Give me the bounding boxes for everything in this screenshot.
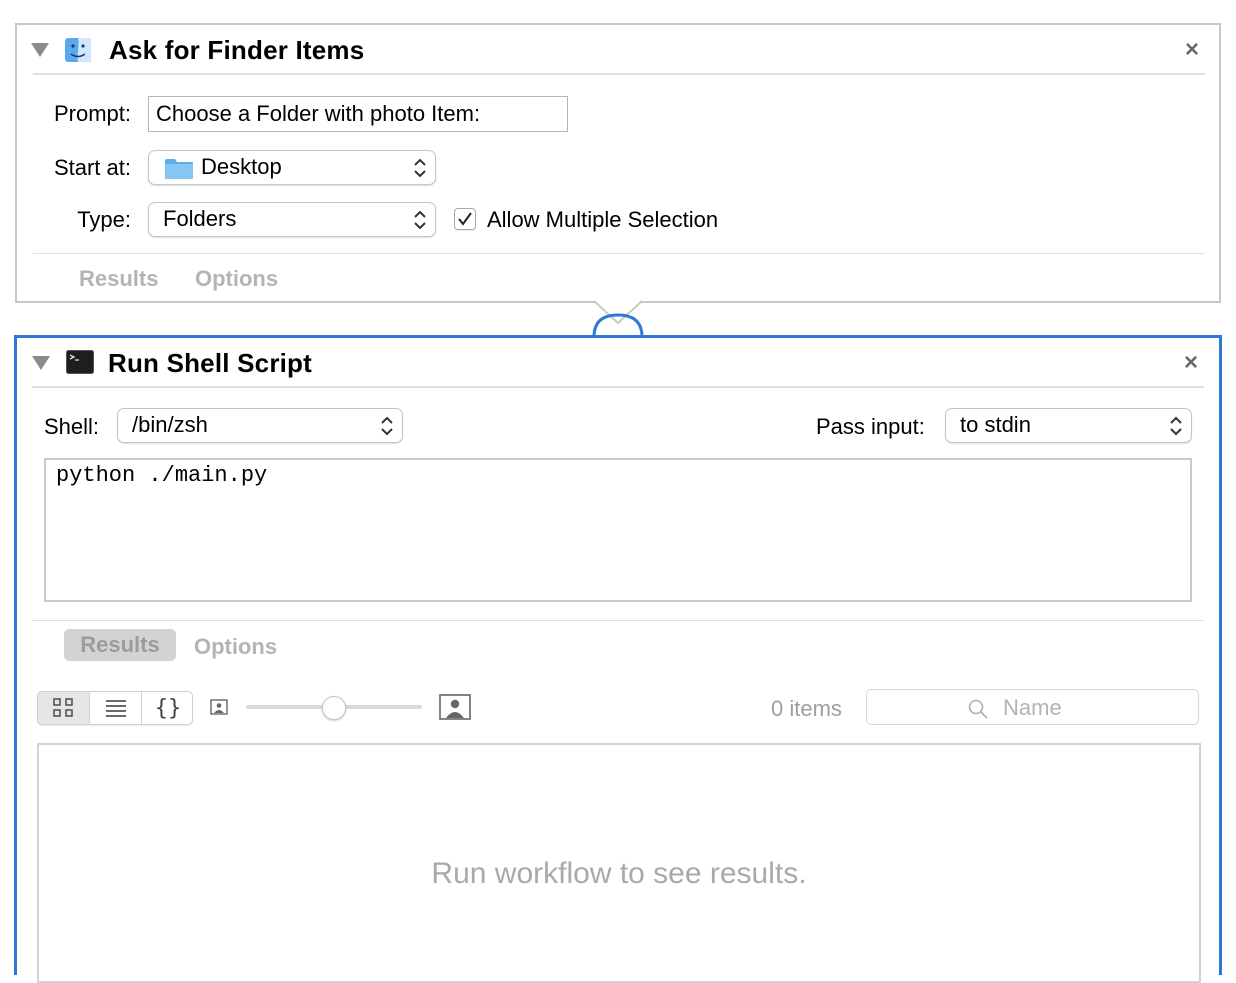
tab-results[interactable]: Results (64, 629, 176, 661)
folder-icon (164, 157, 194, 180)
grid-view-icon[interactable] (38, 692, 90, 724)
popup-stepper-icon (412, 155, 428, 181)
tabs-divider (33, 253, 1205, 254)
pass-input-label: Pass input: (816, 414, 925, 439)
tabs-divider (32, 620, 1204, 621)
start-at-label: Start at: (53, 155, 131, 180)
search-icon (967, 698, 989, 725)
search-field[interactable]: Name (866, 689, 1199, 725)
slider-thumb[interactable] (322, 696, 346, 720)
checkmark-icon (458, 212, 472, 226)
action-title: Run Shell Script (108, 348, 313, 378)
shell-popup[interactable]: /bin/zsh (117, 408, 403, 443)
shell-value: /bin/zsh (132, 412, 208, 437)
popup-stepper-icon (1168, 413, 1184, 439)
braces-view-icon[interactable]: {} (142, 692, 194, 724)
close-icon[interactable]: × (1185, 38, 1199, 62)
allow-multiple-label[interactable]: Allow Multiple Selection (487, 207, 718, 233)
large-thumbnail-icon (439, 694, 471, 720)
results-area: Run workflow to see results. (37, 743, 1201, 983)
start-at-value: Desktop (201, 154, 282, 179)
disclosure-triangle-icon[interactable] (32, 356, 50, 370)
pass-input-popup[interactable]: to stdin (945, 408, 1192, 443)
list-view-icon[interactable] (90, 692, 142, 724)
small-thumbnail-icon (210, 699, 228, 715)
tab-options[interactable]: Options (195, 266, 278, 292)
popup-stepper-icon (412, 207, 428, 233)
header-divider (33, 73, 1205, 75)
allow-multiple-checkbox[interactable] (454, 208, 476, 230)
ask-for-finder-items-action[interactable]: Ask for Finder Items × Prompt: Choose a … (15, 23, 1221, 303)
script-editor[interactable]: python ./main.py (44, 458, 1192, 602)
tab-results[interactable]: Results (79, 266, 158, 292)
empty-results-message: Run workflow to see results. (431, 857, 807, 890)
finder-icon (64, 37, 92, 63)
shell-label: Shell: (44, 414, 100, 439)
type-popup[interactable]: Folders (148, 202, 436, 237)
prompt-field[interactable]: Choose a Folder with photo Item: (148, 96, 568, 132)
script-text[interactable]: python ./main.py (56, 463, 267, 488)
popup-stepper-icon (379, 413, 395, 439)
close-icon[interactable]: × (1184, 351, 1198, 375)
type-label: Type: (77, 207, 131, 232)
type-value: Folders (163, 206, 237, 231)
start-at-popup[interactable]: Desktop (148, 150, 436, 185)
view-mode-control[interactable]: {} (37, 691, 193, 725)
run-shell-script-action[interactable]: Run Shell Script × Shell: /bin/zsh Pass … (14, 335, 1222, 983)
pass-input-value: to stdin (960, 412, 1031, 437)
action-title: Ask for Finder Items (109, 35, 365, 65)
terminal-icon (66, 350, 94, 374)
search-placeholder: Name (1003, 695, 1062, 720)
action-connector (592, 300, 644, 338)
header-divider (32, 386, 1204, 388)
items-count: 0 items (771, 696, 842, 721)
tab-options[interactable]: Options (194, 634, 277, 660)
disclosure-triangle-icon[interactable] (31, 43, 49, 57)
prompt-label: Prompt: (53, 101, 131, 126)
